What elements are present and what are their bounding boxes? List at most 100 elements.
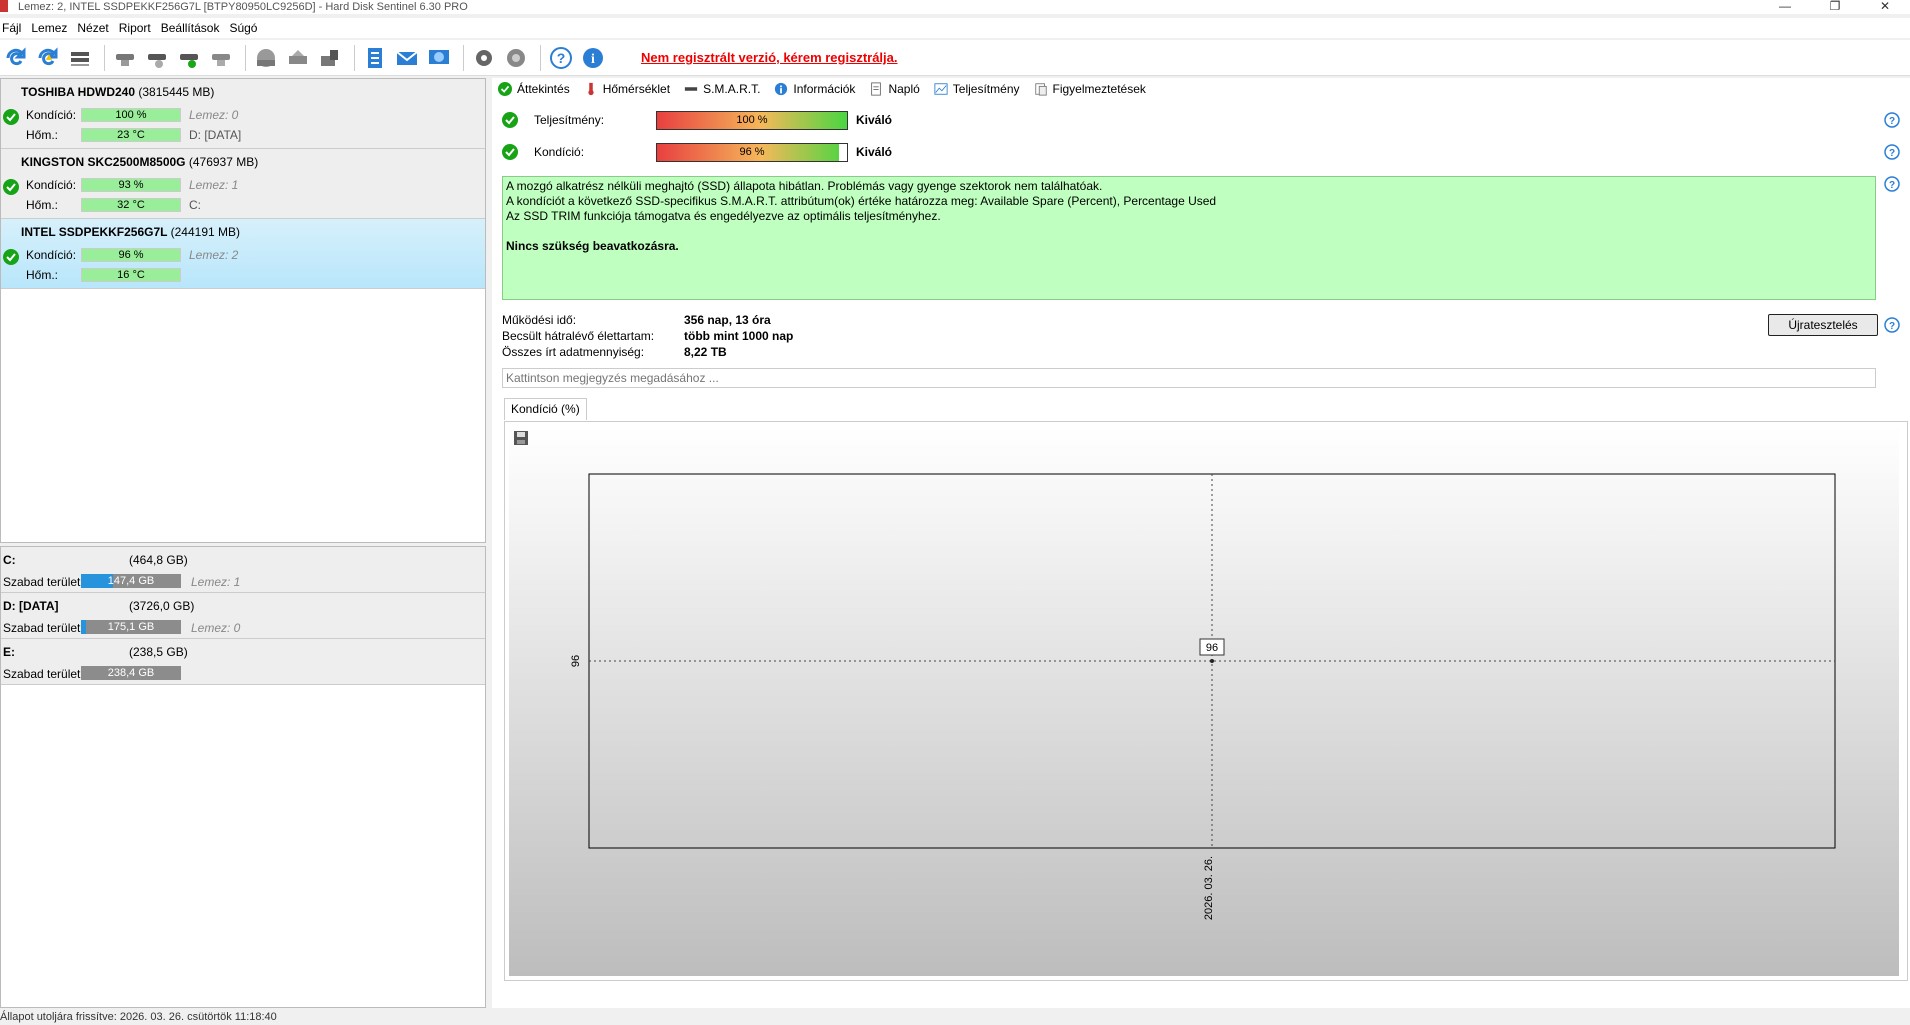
data-label: 96 (1206, 642, 1218, 654)
ok-check-icon (3, 249, 19, 265)
disk-ok-icon[interactable] (175, 44, 203, 72)
web-report-icon[interactable] (425, 44, 453, 72)
maximize-button[interactable]: ❐ (1810, 0, 1860, 14)
refresh-all-icon[interactable] (34, 44, 62, 72)
condition-bar: 96 % (656, 142, 848, 162)
disk-number-note: Lemez: 0 (191, 621, 241, 635)
menu-settings[interactable]: Beállítások (159, 18, 228, 38)
temperature-label: Hőm.: (26, 198, 59, 212)
retest-button[interactable]: Újratesztelés (1768, 314, 1878, 336)
settings-gear-icon[interactable] (470, 44, 498, 72)
ok-check-icon (502, 112, 518, 128)
help-icon[interactable]: ? (547, 44, 575, 72)
help-icon[interactable]: ? (1884, 176, 1900, 192)
minimize-button[interactable]: — (1760, 0, 1810, 14)
toolbar-separator (463, 44, 464, 71)
tab-smart[interactable]: S.M.A.R.T. (684, 82, 760, 96)
ok-check-icon (502, 144, 518, 160)
alerts-icon (1034, 83, 1047, 96)
menu-disk[interactable]: Lemez (29, 18, 75, 38)
condition-label: Kondíció: (26, 248, 77, 262)
ok-check-icon (3, 109, 19, 125)
condition-bar-rest (839, 143, 847, 161)
volume-name: E: (3, 645, 15, 659)
disk-stats: Működési idő: 356 nap, 13 óra Becsült hát… (502, 312, 793, 360)
disk-item-intel[interactable]: INTEL SSDPEKKF256G7L (244191 MB) Kondíci… (1, 219, 485, 289)
app-icon (0, 0, 8, 12)
disk-number-note: Lemez: 2 (189, 248, 239, 262)
thermometer-icon (588, 82, 594, 96)
free-space-bar: 147,4 GB (81, 574, 181, 588)
svg-text:?: ? (557, 50, 566, 66)
tab-temperature[interactable]: Hőmérséklet (584, 82, 670, 96)
sound-icon[interactable] (502, 44, 530, 72)
free-space-label: Szabad terület (3, 667, 81, 681)
hdd-export-icon[interactable] (316, 44, 344, 72)
volume-note: D: [DATA] (189, 128, 242, 142)
disk-number-note: Lemez: 0 (189, 108, 239, 122)
report-icon[interactable] (361, 44, 389, 72)
disk-list-panel: TOSHIBA HDWD240 (3815445 MB) Kondíció: 1… (0, 78, 486, 543)
free-space-label: Szabad terület (3, 575, 81, 589)
volume-item-c[interactable]: C: (464,8 GB) Szabad terület 147,4 GB Le… (1, 547, 485, 593)
disk-surface-icon[interactable] (111, 44, 139, 72)
volume-name: D: [DATA] (3, 599, 59, 613)
disk-info-icon[interactable] (207, 44, 235, 72)
condition-bar: 96 % (81, 248, 181, 262)
svg-text:?: ? (1889, 116, 1895, 127)
window-title: Lemez: 2, INTEL SSDPEKKF256G7L [BTPY8095… (18, 1, 468, 13)
close-button[interactable]: ✕ (1860, 0, 1910, 14)
temperature-bar: 32 °C (81, 198, 181, 212)
ok-check-icon (3, 179, 19, 195)
status-bar: Állapot utoljára frissítve: 2026. 03. 26… (0, 1010, 1910, 1025)
volume-note: C: (189, 198, 201, 212)
volume-size: (3726,0 GB) (129, 599, 195, 613)
menu-view[interactable]: Nézet (75, 18, 116, 38)
menu-report[interactable]: Riport (117, 18, 159, 38)
volume-item-d[interactable]: D: [DATA] (3726,0 GB) Szabad terület 175… (1, 593, 485, 639)
temperature-bar: 23 °C (81, 128, 181, 142)
menu-help[interactable]: Súgó (227, 18, 265, 38)
disk-item-kingston[interactable]: KINGSTON SKC2500M8500G (476937 MB) Kondí… (1, 149, 485, 219)
condition-label: Kondíció: (26, 108, 77, 122)
status-line: A kondíciót a következő SSD-specifikus S… (506, 194, 1217, 208)
disk-item-toshiba[interactable]: TOSHIBA HDWD240 (3815445 MB) Kondíció: 1… (1, 79, 485, 149)
svg-text:?: ? (1889, 148, 1895, 159)
tab-information[interactable]: Információk (774, 82, 855, 96)
performance-rating: Kiváló (856, 113, 893, 127)
status-line: A mozgó alkatrész nélküli meghajtó (SSD)… (506, 179, 1103, 193)
help-icon[interactable]: ? (1884, 144, 1900, 160)
disk-list-icon[interactable] (66, 44, 94, 72)
performance-row: Teljesítmény: 100 % Kiváló (502, 110, 892, 130)
refresh-icon[interactable] (2, 44, 30, 72)
hdd-tools-icon[interactable] (284, 44, 312, 72)
disk-test-icon[interactable] (143, 44, 171, 72)
registration-link[interactable]: Nem regisztrált verzió, kérem regisztrál… (641, 50, 898, 65)
condition-bar: 100 % (81, 108, 181, 122)
volume-item-e[interactable]: E: (238,5 GB) Szabad terület 238,4 GB (1, 639, 485, 685)
toolbar-separator (354, 44, 355, 71)
volume-size: (464,8 GB) (129, 553, 188, 567)
tab-alerts[interactable]: Figyelmeztetések (1034, 82, 1146, 96)
info-icon[interactable]: i (579, 44, 607, 72)
menu-file[interactable]: Fájl (0, 18, 29, 38)
hdd-icon[interactable] (252, 44, 280, 72)
help-icon[interactable]: ? (1884, 317, 1900, 333)
free-space-bar: 175,1 GB (81, 620, 181, 634)
performance-label: Teljesítmény: (534, 113, 605, 127)
toolbar-separator (540, 44, 541, 71)
tab-log[interactable]: Napló (869, 82, 920, 96)
condition-row: Kondíció: 96 % Kiváló (502, 142, 892, 162)
tab-bar: Áttekintés Hőmérséklet S.M.A.R.T. Inform… (498, 78, 1160, 100)
tab-overview[interactable]: Áttekintés (498, 82, 570, 96)
email-icon[interactable] (393, 44, 421, 72)
chart-tab-condition[interactable]: Kondíció (%) (504, 398, 587, 420)
status-line: Az SSD TRIM funkciója támogatva és enged… (506, 209, 941, 223)
svg-text:i: i (591, 52, 595, 67)
toolbar: ? i Nem regisztrált verzió, kérem regisz… (0, 40, 1910, 76)
help-icon[interactable]: ? (1884, 112, 1900, 128)
note-input[interactable] (502, 368, 1876, 388)
free-space-label: Szabad terület (3, 621, 81, 635)
toolbar-separator (245, 44, 246, 71)
tab-performance[interactable]: Teljesítmény (934, 82, 1020, 96)
